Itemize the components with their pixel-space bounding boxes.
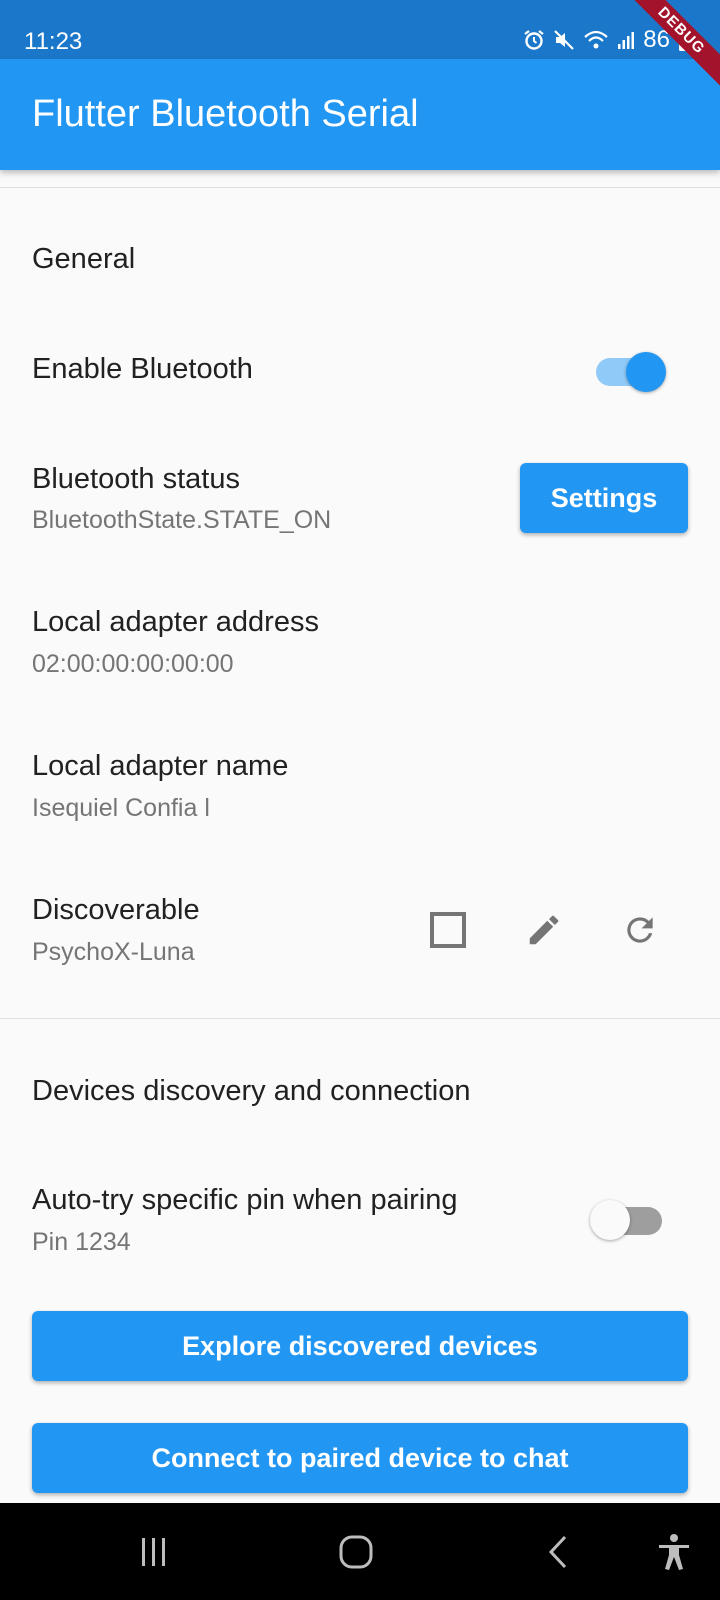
section-header-devices: Devices discovery and connection [32, 1075, 471, 1107]
bluetooth-status-label: Bluetooth status [32, 463, 240, 495]
back-button[interactable] [528, 1527, 588, 1577]
auto-pin-value: Pin 1234 [32, 1228, 131, 1256]
app-bar: Flutter Bluetooth Serial [0, 59, 720, 170]
settings-button[interactable]: Settings [520, 463, 688, 533]
local-name-label: Local adapter name [32, 750, 289, 782]
recent-apps-icon [142, 1538, 165, 1566]
local-address-value: 02:00:00:00:00:00 [32, 650, 234, 678]
switch-thumb [590, 1200, 630, 1240]
refresh-button[interactable] [610, 900, 670, 960]
connect-chat-button[interactable]: Connect to paired device to chat [32, 1423, 688, 1493]
discoverable-label: Discoverable [32, 894, 200, 926]
bluetooth-status-value: BluetoothState.STATE_ON [32, 506, 332, 534]
discoverable-value: PsychoX-Luna [32, 938, 195, 966]
section-header-general: General [32, 243, 136, 275]
discoverable-checkbox[interactable] [418, 900, 478, 960]
local-name-value: Isequiel Confia l [32, 794, 210, 822]
explore-devices-button[interactable]: Explore discovered devices [32, 1311, 688, 1381]
edit-button[interactable] [514, 900, 574, 960]
recent-apps-button[interactable] [124, 1527, 184, 1577]
alarm-icon [524, 30, 544, 50]
accessibility-icon [659, 1534, 689, 1570]
mute-icon [554, 30, 575, 50]
local-address-label: Local adapter address [32, 606, 319, 638]
back-icon [548, 1535, 567, 1569]
auto-pin-switch[interactable] [590, 1200, 664, 1240]
accessibility-button[interactable] [644, 1527, 704, 1577]
enable-bluetooth-label: Enable Bluetooth [32, 353, 253, 385]
enable-bluetooth-switch[interactable] [596, 351, 668, 392]
checkbox-icon [430, 912, 466, 948]
edit-icon [529, 915, 559, 945]
navigation-bar [0, 1503, 720, 1600]
status-time: 11:23 [24, 28, 83, 55]
auto-pin-label: Auto-try specific pin when pairing [32, 1184, 458, 1216]
wifi-icon [584, 30, 609, 49]
home-icon [339, 1535, 373, 1569]
top-divider [0, 187, 720, 188]
status-bar: 11:23 86 [0, 0, 720, 59]
section-divider [0, 1018, 720, 1019]
signal-icon [618, 32, 635, 49]
switch-thumb [626, 352, 666, 392]
home-button[interactable] [326, 1527, 386, 1577]
refresh-icon [627, 917, 653, 943]
app-title: Flutter Bluetooth Serial [32, 93, 419, 135]
